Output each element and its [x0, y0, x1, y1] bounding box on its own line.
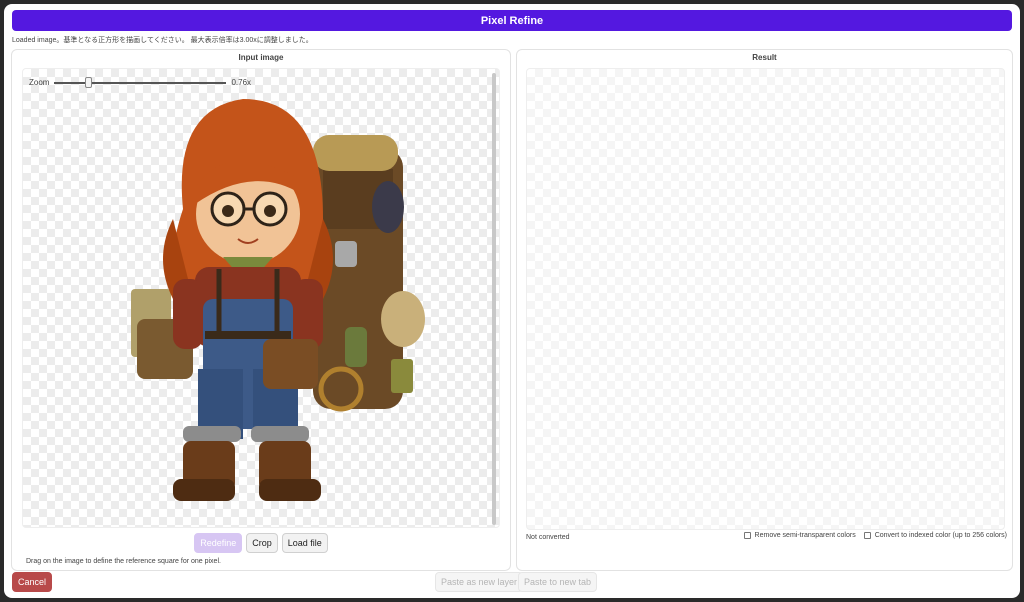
character-sprite-image [131, 99, 425, 501]
remove-semi-transparent-label: Remove semi-transparent colors [754, 532, 856, 539]
input-canvas-scrollbar[interactable] [492, 73, 496, 525]
paste-as-layer-button[interactable]: Paste as new layer [435, 572, 524, 592]
pixel-refine-dialog: Pixel Refine Loaded image。基準となる正方形を描画してく… [4, 4, 1020, 598]
dialog-title: Pixel Refine [12, 10, 1012, 31]
cancel-button[interactable]: Cancel [12, 572, 53, 592]
input-actions: Redefine Crop Load file [12, 533, 510, 553]
crop-button[interactable]: Crop [246, 533, 278, 553]
convert-indexed-label: Convert to indexed color (up to 256 colo… [874, 532, 1007, 539]
redefine-button[interactable]: Redefine [194, 533, 243, 553]
input-panel: Input image Zoom 0.76x Redefine Crop Loa… [11, 49, 511, 571]
convert-indexed-option[interactable]: Convert to indexed color (up to 256 colo… [863, 532, 1007, 539]
status-message: Loaded image。基準となる正方形を描画してください。 最大表示倍率は3… [12, 37, 313, 44]
result-canvas[interactable] [526, 68, 1005, 530]
load-file-button[interactable]: Load file [281, 533, 328, 553]
result-panel: Result Not converted Remove semi-transpa… [516, 49, 1013, 571]
paste-new-tab-button[interactable]: Paste to new tab [518, 572, 598, 592]
input-panel-title: Input image [238, 53, 284, 62]
conversion-options: Remove semi-transparent colors Convert t… [743, 532, 1007, 539]
input-canvas[interactable]: Zoom 0.76x [22, 68, 500, 528]
convert-indexed-checkbox[interactable] [863, 532, 871, 539]
result-panel-title: Result [752, 53, 777, 62]
result-status: Not converted [526, 534, 570, 541]
remove-semi-transparent-option[interactable]: Remove semi-transparent colors [743, 532, 856, 539]
remove-semi-transparent-checkbox[interactable] [743, 532, 751, 539]
input-hint: Drag on the image to define the referenc… [26, 558, 221, 565]
